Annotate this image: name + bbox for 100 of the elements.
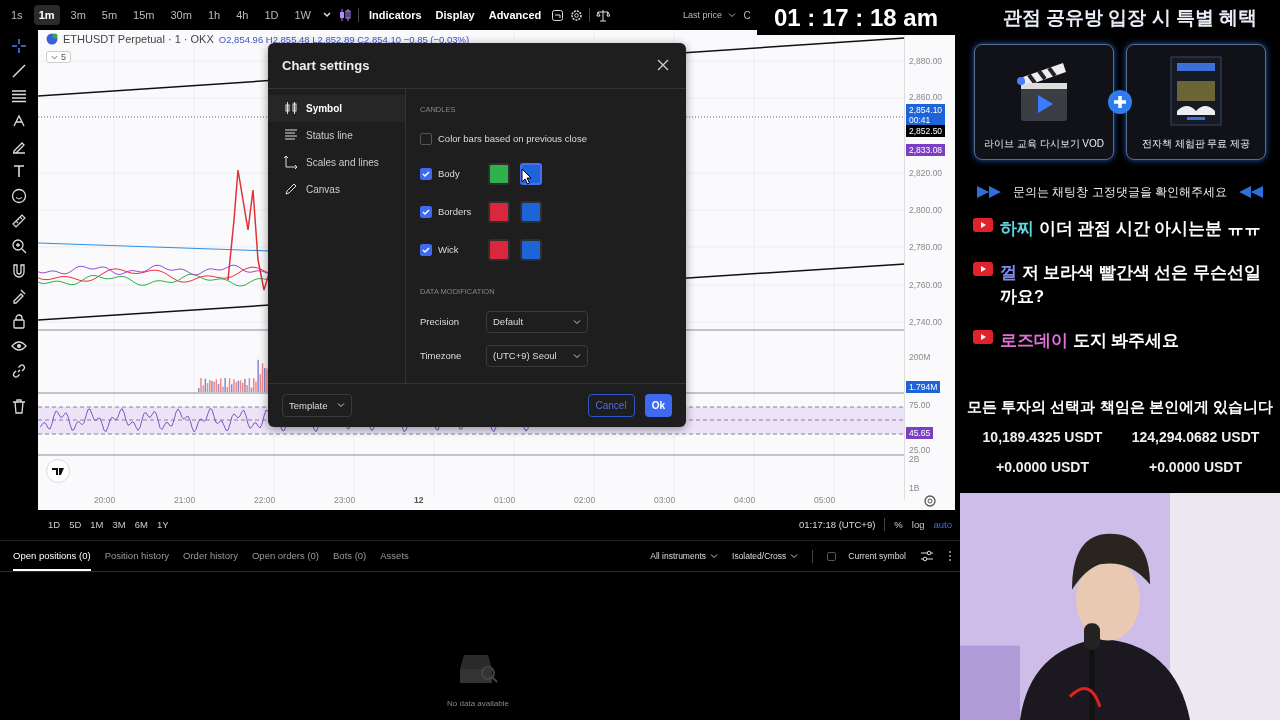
card-caption: 전자책 체험판 무료 제공 (1141, 137, 1251, 151)
positions-tab[interactable]: Position history (104, 541, 170, 571)
crosshair-icon[interactable] (11, 38, 27, 54)
range-button[interactable]: 5D (69, 518, 82, 530)
promo-title: 관점 공유방 입장 시 특별 혜택 (1001, 6, 1259, 30)
chevron-down-icon (573, 352, 581, 360)
dialog-title: Chart settings (282, 58, 370, 73)
color-swatch[interactable] (488, 163, 510, 185)
interval-button[interactable]: 1h (202, 5, 226, 25)
checkbox-label: Borders (438, 206, 473, 218)
lock-icon[interactable] (11, 313, 27, 329)
cancel-button[interactable]: Cancel (587, 394, 635, 417)
settings-nav-item[interactable]: Status line (268, 122, 405, 149)
axis-label: 2B (909, 454, 920, 464)
more-icon[interactable] (948, 550, 952, 562)
line-tool-icon[interactable] (11, 63, 27, 79)
color-swatch[interactable] (488, 201, 510, 223)
ruler-icon[interactable] (11, 213, 27, 229)
toolbar-button[interactable]: Advanced (484, 9, 546, 21)
clock-time: 01:17:18 (UTC+9) (799, 518, 876, 530)
interval-button[interactable]: 30m (165, 5, 197, 25)
sliders-icon[interactable] (920, 550, 934, 562)
positions-tab[interactable]: Open orders (0) (251, 541, 319, 571)
chat-message: 껄 저 보라색 빨간색 선은 무슨선일까요? (1000, 262, 1262, 307)
axis-label: 75.00 (909, 400, 931, 410)
positions-tab[interactable]: Open positions (0) (13, 541, 91, 571)
checkbox[interactable] (420, 133, 432, 145)
close-icon[interactable] (656, 58, 670, 73)
interval-button[interactable]: 1W (289, 5, 316, 25)
filter-dropdown[interactable]: All instruments (650, 551, 706, 561)
coin-icon (46, 33, 58, 45)
settings-nav-item[interactable]: Canvas (268, 176, 405, 203)
chevron-down-icon[interactable] (321, 10, 332, 20)
play-icon (973, 330, 993, 344)
axis-label: 2,740.00 (909, 317, 943, 327)
color-swatch[interactable] (520, 239, 542, 261)
indicators-toggle[interactable]: 5 (46, 51, 71, 63)
range-button[interactable]: 1D (48, 518, 61, 530)
toolbar-button[interactable]: Display (431, 9, 479, 21)
eye-icon[interactable] (11, 338, 27, 354)
select-field[interactable]: Default (486, 311, 588, 333)
axis-label: 2,760.00 (909, 280, 943, 290)
field-label: Precision (420, 316, 461, 328)
checkbox-label: Current symbol (848, 551, 906, 561)
interval-button[interactable]: 1s (6, 5, 28, 25)
checkbox[interactable] (827, 551, 837, 561)
checkbox[interactable] (420, 244, 432, 256)
ok-button[interactable]: Ok (644, 394, 672, 417)
smiley-icon[interactable] (11, 188, 27, 204)
range-button[interactable]: 1M (90, 518, 104, 530)
scale-mode-button[interactable]: auto (933, 518, 952, 530)
price-badge: 2,852.50 (906, 125, 946, 137)
axis-label: 22:00 (254, 495, 276, 505)
range-button[interactable]: 3M (112, 518, 126, 530)
scales-icon[interactable] (596, 8, 611, 22)
price-badge: 45.65 (906, 427, 934, 439)
checkbox[interactable] (420, 206, 432, 218)
toolbar-button[interactable]: C (742, 9, 752, 21)
interval-button[interactable]: 1D (259, 5, 284, 25)
interval-button[interactable]: 1m (33, 5, 60, 25)
scale-mode-button[interactable]: log (911, 518, 925, 530)
positions-tab[interactable]: Assets (380, 541, 409, 571)
color-swatch[interactable] (488, 239, 510, 261)
text-icon[interactable] (11, 163, 27, 179)
axis-label: 2,800.00 (909, 205, 943, 215)
template-dropdown[interactable]: Template (282, 394, 352, 417)
filter-dropdown[interactable]: Isolated/Cross (732, 551, 787, 561)
chevron-down-icon (51, 53, 58, 61)
trash-icon[interactable] (11, 398, 27, 414)
notice-text: 문의는 채팅창 고정댓글을 확인해주세요 (1013, 183, 1227, 201)
toolbar-button[interactable]: Indicators (364, 9, 426, 21)
ohlc-values: O2,854.96 H2,855.48 L2,852.89 C2,854.10 −0.85 (−0.03%) (218, 33, 470, 45)
candles-icon (284, 101, 298, 116)
settings-nav-item[interactable]: Symbol (268, 95, 405, 122)
range-button[interactable]: 6M (134, 518, 148, 530)
price-source-dropdown[interactable]: Last price (682, 10, 722, 20)
select-field[interactable]: (UTC+9) Seoul (486, 345, 588, 367)
settings-nav-item[interactable]: Scales and lines (268, 149, 405, 176)
positions-tab[interactable]: Order history (183, 541, 238, 571)
interval-button[interactable]: 5m (96, 5, 123, 25)
candles-icon[interactable] (337, 8, 352, 22)
lines-icon[interactable] (11, 88, 27, 104)
field-label: Timezone (420, 350, 463, 362)
magnet-icon[interactable] (11, 263, 27, 279)
undo-icon[interactable] (551, 8, 565, 22)
positions-tab[interactable]: Bots (0) (333, 541, 367, 571)
zoom-icon[interactable] (11, 238, 27, 254)
balance-value: +0.0000 USDT (1149, 459, 1242, 475)
checkbox[interactable] (420, 168, 432, 180)
interval-button[interactable]: 3m (65, 5, 91, 25)
axes-icon (284, 155, 298, 170)
interval-button[interactable]: 4h (231, 5, 254, 25)
axis-label: 04:00 (734, 495, 756, 505)
link-icon[interactable] (11, 363, 27, 379)
symbol-title: ETHUSDT Perpetual · 1 · OKX (63, 33, 214, 45)
checkbox-label: Body (438, 168, 461, 180)
interval-button[interactable]: 15m (128, 5, 160, 25)
range-button[interactable]: 1Y (156, 518, 169, 530)
scale-mode-button[interactable]: % (894, 518, 903, 530)
color-swatch[interactable] (520, 201, 542, 223)
